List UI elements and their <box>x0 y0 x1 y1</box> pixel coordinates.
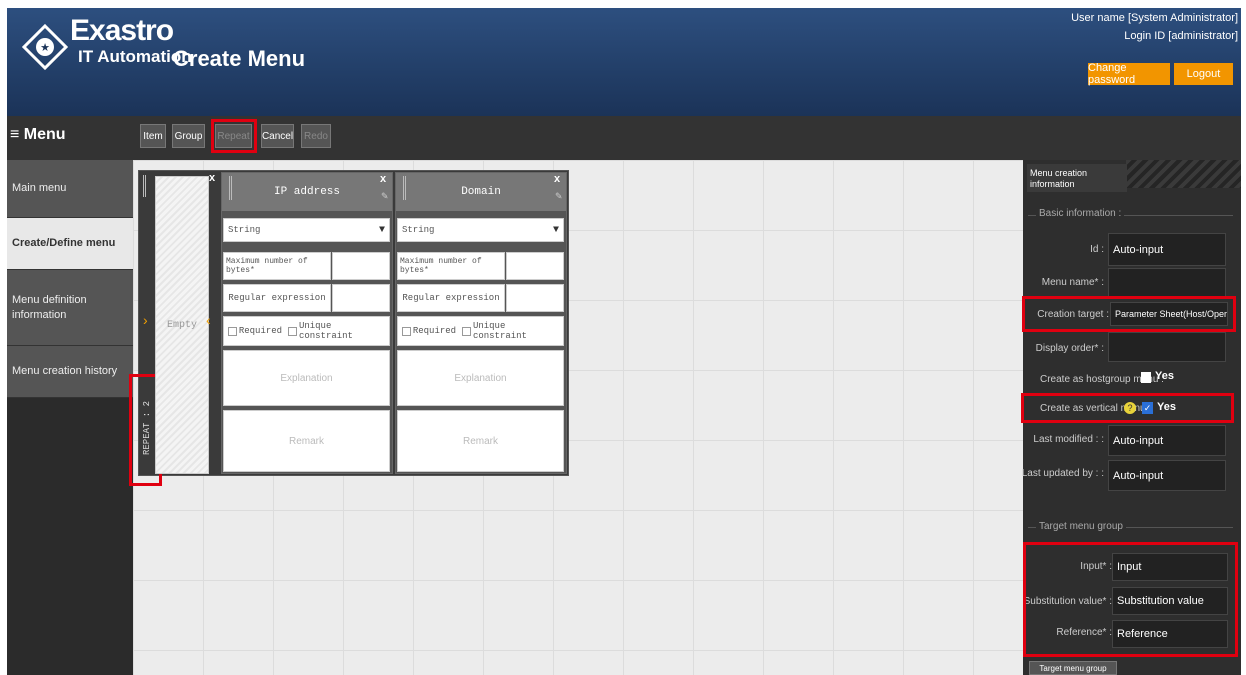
required-checkbox[interactable] <box>228 326 237 336</box>
display-order-input[interactable] <box>1108 332 1226 362</box>
login-id: Login ID [administrator] <box>1124 30 1238 42</box>
svg-text:★: ★ <box>40 41 50 54</box>
sidebar-item-create-define-menu[interactable]: Create/Define menu <box>7 218 133 270</box>
unique-checkbox[interactable] <box>288 326 297 336</box>
highlight-vertical-menu <box>1021 393 1234 423</box>
menu-name-label: Menu name* : <box>1041 277 1104 288</box>
repeat-drag-handle[interactable] <box>143 175 147 197</box>
column-edit-icon[interactable]: ✎ <box>381 191 389 202</box>
highlight-repeat-button <box>211 119 257 153</box>
column-type-select[interactable]: String ▼ <box>397 218 564 242</box>
constraint-row: Required Unique constraint <box>223 316 390 346</box>
repeat-empty-slot: Empty <box>155 176 209 474</box>
chevron-down-icon: ▼ <box>378 224 385 236</box>
required-label: Required <box>238 326 283 336</box>
max-bytes-label: Maximum number of bytes* <box>223 252 331 280</box>
change-password-button[interactable]: Change password <box>1088 62 1170 86</box>
remark-textarea[interactable]: Remark <box>397 410 564 472</box>
last-modified-value: Auto-input <box>1108 425 1226 456</box>
page-title: Create Menu <box>173 46 306 71</box>
last-modified-label: Last modified : : <box>1033 434 1104 445</box>
column-header[interactable]: IP address <box>222 173 392 211</box>
regex-input[interactable] <box>506 284 564 312</box>
brand-name: Exastro <box>70 14 174 47</box>
menu-title-label: Menu <box>23 126 66 143</box>
column-type-select[interactable]: String ▼ <box>223 218 390 242</box>
column-edit-icon[interactable]: ✎ <box>555 191 563 202</box>
tab-menu-creation-information[interactable]: Menu creation information <box>1027 164 1127 192</box>
item-button[interactable]: Item <box>140 124 166 148</box>
repeat-increase-arrow-icon[interactable]: ‹ <box>206 312 211 328</box>
unique-label: Unique constraint <box>298 321 353 341</box>
hostgroup-checkbox[interactable] <box>1141 372 1151 383</box>
id-label: Id : <box>1090 244 1104 255</box>
required-checkbox[interactable] <box>402 326 411 336</box>
explanation-textarea[interactable]: Explanation <box>223 350 390 406</box>
chevron-down-icon: ▼ <box>552 224 559 236</box>
regex-input[interactable] <box>332 284 390 312</box>
max-bytes-input[interactable] <box>332 252 390 280</box>
menu-toggle[interactable]: ≡ Menu <box>10 126 66 144</box>
cancel-button[interactable]: Cancel <box>261 124 294 148</box>
repeat-close-icon[interactable]: x <box>209 172 215 184</box>
highlight-creation-target <box>1022 296 1236 332</box>
remark-textarea[interactable]: Remark <box>223 410 390 472</box>
highlight-target-menu-group <box>1023 542 1238 657</box>
column-title: IP address <box>273 186 340 198</box>
column-type-value: String <box>402 225 435 235</box>
column-drag-handle[interactable] <box>229 176 233 200</box>
column-type-value: String <box>228 225 261 235</box>
id-value: Auto-input <box>1108 233 1226 266</box>
column-drag-handle[interactable] <box>403 176 407 200</box>
max-bytes-input[interactable] <box>506 252 564 280</box>
exastro-logo-icon: ★ <box>22 24 68 70</box>
logout-button[interactable]: Logout <box>1174 63 1233 85</box>
max-bytes-label: Maximum number of bytes* <box>397 252 505 280</box>
tab-strip <box>1126 160 1241 188</box>
sidebar-item-menu-creation-history[interactable]: Menu creation history <box>7 346 133 398</box>
group-button[interactable]: Group <box>172 124 205 148</box>
last-updated-label: Last updated by : : <box>1021 468 1104 479</box>
display-order-label: Display order* : <box>1035 343 1104 354</box>
repeat-decrease-arrow-icon[interactable]: › <box>143 312 148 328</box>
column-close-icon[interactable]: x <box>554 173 560 185</box>
user-name: User name [System Administrator] <box>1071 12 1238 24</box>
hamburger-icon: ≡ <box>10 126 24 143</box>
target-menu-group-legend: Target menu group <box>1036 521 1126 532</box>
redo-button[interactable]: Redo <box>301 124 331 148</box>
basic-information-legend: Basic information : <box>1036 208 1125 219</box>
unique-label: Unique constraint <box>472 321 527 341</box>
constraint-row: Required Unique constraint <box>397 316 564 346</box>
required-label: Required <box>412 326 457 336</box>
target-menu-group-button[interactable]: Target menu group <box>1029 661 1117 675</box>
column-title: Domain <box>461 186 501 198</box>
sidebar-item-menu-definition-information[interactable]: Menu definition information <box>7 270 133 346</box>
sidebar-item-main-menu[interactable]: Main menu <box>7 160 133 218</box>
hostgroup-yes-label: Yes <box>1155 370 1174 382</box>
regex-label: Regular expression <box>223 284 331 312</box>
column-close-icon[interactable]: x <box>380 173 386 185</box>
menu-name-input[interactable] <box>1108 268 1226 298</box>
column-header[interactable]: Domain <box>396 173 566 211</box>
regex-label: Regular expression <box>397 284 505 312</box>
last-updated-value: Auto-input <box>1108 460 1226 491</box>
explanation-textarea[interactable]: Explanation <box>397 350 564 406</box>
unique-checkbox[interactable] <box>462 326 471 336</box>
